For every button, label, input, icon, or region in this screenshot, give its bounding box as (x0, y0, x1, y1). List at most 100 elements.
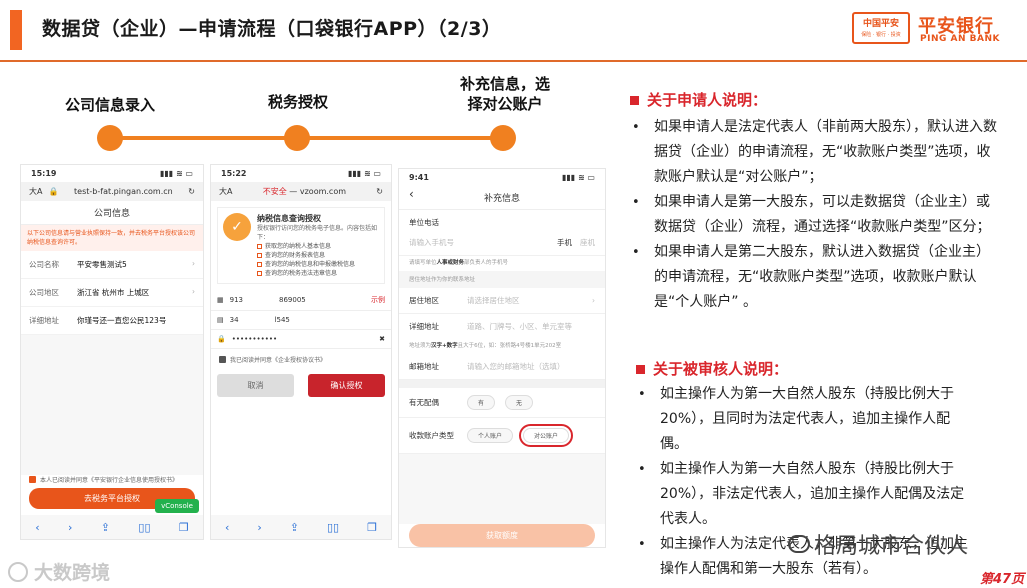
browser-url-bar[interactable]: 大A 不安全 — vzoom.com ↻ (211, 182, 391, 201)
browser-url-bar[interactable]: 大A 🔒 test-b-fat.pingan.com.cn ↻ (21, 182, 203, 201)
clear-icon[interactable]: ✖ (379, 335, 385, 343)
back-icon[interactable]: ‹ (225, 521, 229, 534)
page-number: 第47页 (980, 572, 1025, 587)
email-input[interactable]: 请输入您的邮箱地址（选填） (467, 361, 595, 372)
auth-item[interactable]: 查询您的纳税信息和申报缴税信息 (257, 260, 379, 269)
agreement-row[interactable]: 我已阅读并同意《企业授权协议书》 (211, 355, 391, 364)
font-size-button[interactable]: 大A (219, 186, 232, 197)
tabs-icon[interactable]: ❐ (179, 521, 189, 534)
status-icons: ▮▮▮ ≋ ▭ (561, 173, 595, 182)
checkbox-icon[interactable] (257, 244, 262, 249)
account-personal-option[interactable]: 个人账户 (467, 428, 514, 443)
auth-info-card: ✓ 纳税信息查询授权 授权银行访问您的税务电子信息。内容包括如下： 获取您的纳税… (217, 207, 385, 284)
auth-title: 纳税信息查询授权 (257, 214, 321, 223)
font-size-button[interactable]: 大A (29, 186, 42, 197)
agreement-text[interactable]: 本人已阅读并同意《平安银行企业信息使用授权书》 (40, 475, 178, 484)
url-text[interactable]: 不安全 — vzoom.com (238, 186, 370, 197)
blank-area (21, 335, 203, 475)
form-row-company-region[interactable]: 公司地区 浙江省 杭州市 上城区 › (21, 279, 203, 307)
spouse-row: 有无配偶 有 无 (399, 388, 605, 418)
reload-icon[interactable]: ↻ (376, 187, 383, 196)
phone-hint: 请填写单位人事或财务部负责人的手机号 (399, 256, 605, 271)
checkbox-icon[interactable] (257, 253, 262, 258)
list-item: 如果申请人是第二大股东，默认进入数据贷（企业主）的申请流程，无“收款账户类型”选… (632, 240, 1002, 315)
confirm-auth-button[interactable]: 确认授权 (308, 374, 385, 397)
list-item: 如主操作人为第一大自然人股东（持股比例大于20%），且同时为法定代表人，追加主操… (638, 382, 978, 457)
phone-type-mobile[interactable]: 手机 (557, 237, 572, 248)
detail-label: 详细地址 (409, 322, 439, 331)
insecure-label: 不安全 (262, 187, 287, 196)
blank-area (399, 454, 605, 524)
checkbox-checked-icon[interactable] (219, 356, 226, 363)
checkbox-checked-icon[interactable] (29, 476, 36, 483)
detail-hint: 地址须为汉字+数字且大于6位，如：张桥路4号楼1单元202室 (399, 339, 605, 354)
watermark-left-text: 大数跨境 (34, 562, 111, 584)
detail-hint-post: 且大于6位，如：张桥路4号楼1单元202室 (457, 343, 562, 349)
forward-icon[interactable]: › (68, 521, 72, 534)
tabs-icon[interactable]: ❐ (367, 521, 377, 534)
auth-item[interactable]: 查询您的财务报表信息 (257, 251, 379, 260)
cancel-button[interactable]: 取消 (217, 374, 294, 397)
field-value: 你瑾号还一直您公民123号 (77, 316, 167, 325)
bookmarks-icon[interactable]: ▯▯ (327, 521, 339, 534)
password-value: ••••••••••• (231, 335, 278, 343)
auth-item[interactable]: 获取您的纳税人基本信息 (257, 242, 379, 251)
red-square-bullet (630, 96, 639, 105)
share-icon[interactable]: ⇪ (101, 521, 110, 534)
residence-input[interactable]: 请选择居住地区 (467, 295, 592, 306)
url-domain: vzoom.com (299, 187, 347, 196)
vconsole-button[interactable]: vConsole (155, 499, 199, 513)
forward-icon[interactable]: › (257, 521, 261, 534)
action-buttons: 取消 确认授权 (217, 374, 385, 397)
lock-icon: 🔒 (217, 335, 226, 343)
screen-title: 公司信息 (21, 201, 203, 225)
field-label: 详细地址 (29, 316, 59, 325)
residence-hint: 居住地址作为你的联系地址 (399, 271, 605, 288)
watermark-logo-icon (8, 561, 28, 582)
url-text[interactable]: test-b-fat.pingan.com.cn (64, 187, 182, 196)
grid-icon: ▤ (217, 316, 224, 324)
checkbox-icon[interactable] (257, 271, 262, 276)
phone-input[interactable]: 请输入手机号 (409, 237, 557, 248)
form-row-company-name[interactable]: 公司名称 平安零售测试5 › (21, 251, 203, 279)
password-field[interactable]: 🔒 ••••••••••• ✖ (211, 330, 391, 349)
reload-icon[interactable]: ↻ (188, 187, 195, 196)
timeline-dot-2 (284, 125, 310, 151)
tax-id-field[interactable]: ▦ 913 869005 示例 (211, 290, 391, 311)
share-icon[interactable]: ⇪ (290, 521, 299, 534)
detail-input[interactable]: 道路、门牌号、小区、单元室等 (467, 321, 595, 332)
auth-item[interactable]: 查询您的税务违法违章信息 (257, 269, 379, 278)
bookmarks-icon[interactable]: ▯▯ (138, 521, 150, 534)
example-link[interactable]: 示例 (371, 295, 385, 305)
phone-type-landline[interactable]: 座机 (580, 237, 595, 248)
timeline-dot-1 (97, 125, 123, 151)
spouse-yes-option[interactable]: 有 (467, 395, 496, 410)
account-corporate-option[interactable]: 对公账户 (519, 424, 574, 447)
timeline-line (110, 136, 510, 140)
agreement-text[interactable]: 我已阅读并同意《企业授权协议书》 (230, 355, 326, 364)
phone-screen-supplement: 9:41 ▮▮▮ ≋ ▭ ‹ 补充信息 单位电话 请输入手机号 手机 座机 请填… (398, 168, 606, 548)
account-field[interactable]: ▤ 34 l545 (211, 311, 391, 330)
get-credit-button[interactable]: 获取额度 (409, 524, 595, 547)
email-field[interactable]: 邮箱地址 请输入您的邮箱地址（选填） (399, 354, 605, 380)
detail-address-field[interactable]: 详细地址 道路、门牌号、小区、单元室等 (399, 314, 605, 339)
residence-field[interactable]: 居住地区 请选择居住地区 › (399, 288, 605, 314)
back-icon[interactable]: ‹ (35, 521, 39, 534)
status-icons: ▮▮▮ ≋ ▭ (347, 169, 381, 178)
agreement-row[interactable]: 本人已阅读并同意《平安银行企业信息使用授权书》 (21, 475, 203, 484)
checkbox-icon[interactable] (257, 262, 262, 267)
status-time: 9:41 (409, 173, 429, 182)
back-arrow-icon[interactable]: ‹ (409, 187, 414, 201)
title-accent-bar (10, 10, 22, 50)
step-label-company-info: 公司信息录入 (64, 96, 155, 114)
tax-id-value: 869005 (279, 296, 306, 304)
status-bar: 15:19 ▮▮▮ ≋ ▭ (21, 165, 203, 182)
unit-phone-field[interactable]: 请输入手机号 手机 座机 (399, 230, 605, 256)
field-label: 公司名称 (29, 260, 59, 269)
phone-screen-tax-auth: 15:22 ▮▮▮ ≋ ▭ 大A 不安全 — vzoom.com ↻ ✓ 纳税信… (210, 164, 392, 540)
watermark-left: 大数跨境 (8, 558, 110, 585)
email-label: 邮箱地址 (409, 362, 439, 371)
applicant-notes-list: 如果申请人是法定代表人（非前两大股东），默认进入数据贷（企业）的申请流程，无“收… (632, 115, 1002, 315)
form-row-detail-address[interactable]: 详细地址 你瑾号还一直您公民123号 (21, 307, 203, 335)
spouse-no-option[interactable]: 无 (505, 395, 534, 410)
